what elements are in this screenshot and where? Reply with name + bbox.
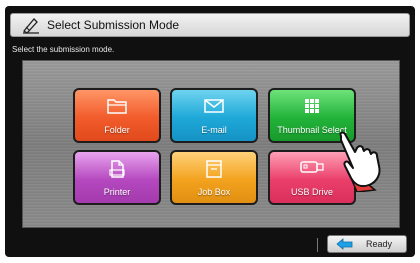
job-box-button[interactable]: Job Box bbox=[170, 150, 258, 205]
usb-drive-icon bbox=[300, 161, 324, 173]
envelope-icon bbox=[204, 99, 224, 113]
folder-icon bbox=[107, 99, 127, 114]
printer-label: Printer bbox=[103, 187, 131, 197]
ready-button[interactable]: Ready bbox=[327, 235, 407, 253]
page-title: Select Submission Mode bbox=[47, 18, 180, 32]
ready-label: Ready bbox=[366, 239, 393, 249]
folder-label: Folder bbox=[104, 125, 130, 135]
email-button[interactable]: E-mail bbox=[170, 88, 258, 143]
edit-pen-icon bbox=[23, 18, 39, 34]
folder-button[interactable]: Folder bbox=[73, 88, 161, 143]
device-frame: Select Submission Mode Select the submis… bbox=[0, 0, 420, 263]
bottom-separator bbox=[317, 238, 318, 252]
email-label: E-mail bbox=[201, 125, 227, 135]
document-icon bbox=[109, 160, 125, 178]
grid-icon bbox=[305, 99, 319, 113]
job-box-label: Job Box bbox=[197, 187, 231, 197]
instruction-text: Select the submission mode. bbox=[12, 45, 115, 54]
hand-pointer-icon bbox=[339, 131, 381, 192]
usb-drive-label: USB Drive bbox=[290, 187, 333, 197]
title-bar: Select Submission Mode bbox=[10, 13, 410, 37]
return-arrow-icon bbox=[336, 238, 353, 250]
printer-button[interactable]: Printer bbox=[73, 150, 161, 205]
box-icon bbox=[206, 160, 222, 178]
